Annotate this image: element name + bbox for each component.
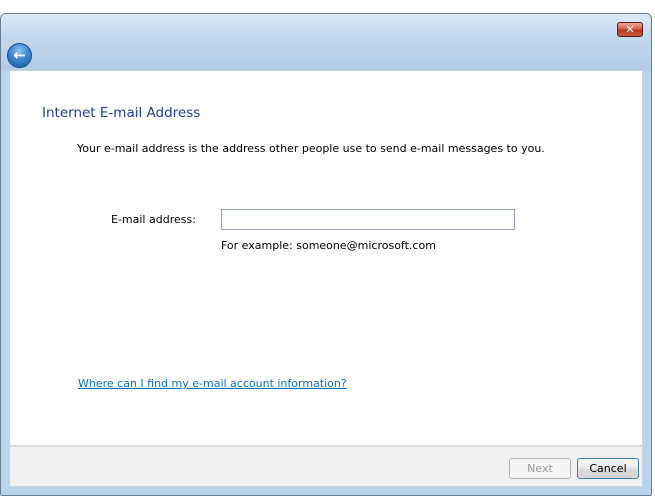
dialog-window: ✕ ← Internet E-mail Address Your e-mail … [0, 13, 652, 496]
email-address-input[interactable] [221, 209, 515, 230]
close-button[interactable]: ✕ [617, 22, 643, 37]
footer-bar: Next Cancel [9, 446, 643, 487]
close-icon: ✕ [625, 23, 635, 36]
page-title: Internet E-mail Address [42, 105, 201, 121]
intro-text: Your e-mail address is the address other… [77, 142, 545, 155]
next-button[interactable]: Next [509, 458, 571, 479]
email-example-text: For example: someone@microsoft.com [221, 239, 436, 252]
content-pane: Internet E-mail Address Your e-mail addr… [9, 70, 643, 446]
help-link[interactable]: Where can I find my e-mail account infor… [78, 377, 347, 390]
email-field-label: E-mail address: [111, 213, 196, 226]
title-bar: ✕ ← [1, 14, 651, 70]
cancel-button[interactable]: Cancel [577, 458, 639, 479]
back-button[interactable]: ← [7, 43, 32, 68]
back-arrow-icon: ← [13, 46, 26, 64]
